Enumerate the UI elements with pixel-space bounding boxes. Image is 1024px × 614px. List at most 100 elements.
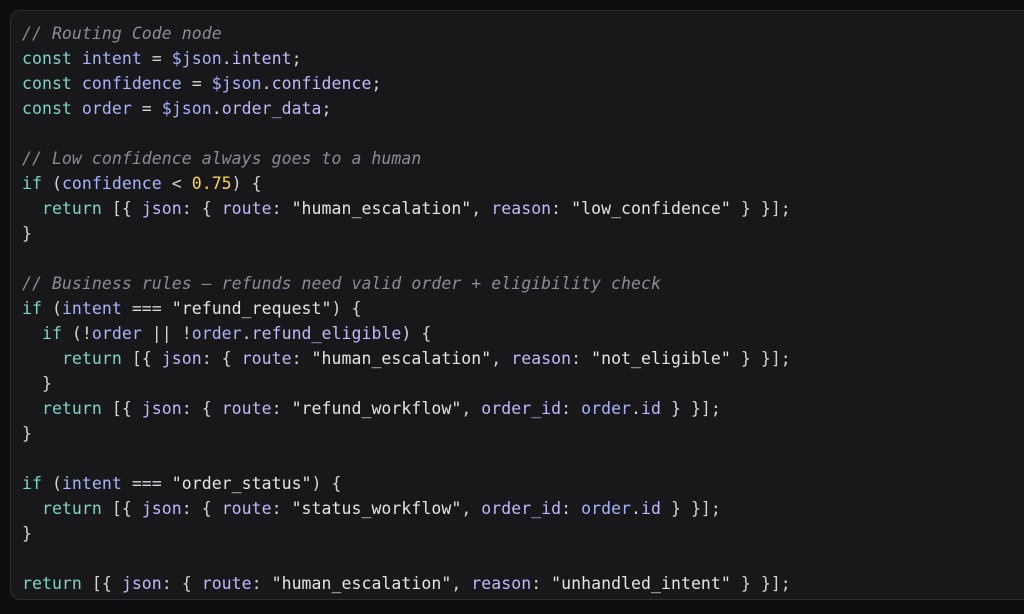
- code-token-punct: ,: [491, 349, 512, 368]
- code-token-keyword: if: [22, 174, 42, 193]
- code-line: // Low confidence always goes to a human: [22, 146, 791, 171]
- code-line: if (intent === "refund_request") {: [22, 296, 791, 321]
- code-token-punct: ,: [471, 199, 492, 218]
- code-token-comment: // Business rules — refunds need valid o…: [22, 274, 661, 293]
- code-token-punct: [22, 499, 42, 518]
- code-token-punct: ) {: [401, 324, 432, 343]
- code-token-punct: : {: [161, 574, 202, 593]
- code-content[interactable]: // Routing Code node const intent = $json…: [22, 21, 791, 596]
- code-token-punct: [{: [101, 499, 142, 518]
- code-token-prop: json: [141, 399, 182, 418]
- code-token-comment: // Routing Code node: [22, 24, 222, 43]
- code-token-punct: [{: [101, 199, 142, 218]
- code-token-string: "status_workflow": [291, 499, 462, 518]
- code-token-punct: (!: [61, 324, 92, 343]
- code-token-punct: ===: [121, 299, 172, 318]
- code-token-punct: .: [631, 399, 642, 418]
- code-token-prop: json: [161, 349, 202, 368]
- code-token-string: "not_eligible": [591, 349, 731, 368]
- code-token-punct: ) {: [311, 474, 342, 493]
- code-token-punct: =: [141, 49, 172, 68]
- code-token-ident: intent: [61, 299, 122, 318]
- code-token-punct: :: [271, 499, 292, 518]
- code-line: }: [22, 521, 791, 546]
- code-token-punct: [22, 399, 42, 418]
- code-token-punct: :: [531, 574, 552, 593]
- code-line: // Business rules — refunds need valid o…: [22, 271, 791, 296]
- code-token-prop: intent: [231, 49, 292, 68]
- code-token-punct: }: [22, 224, 32, 243]
- code-token-punct: [{: [121, 349, 162, 368]
- code-token-string: "low_confidence": [571, 199, 731, 218]
- code-token-punct: } }];: [730, 574, 791, 593]
- code-token-string: "order_status": [171, 474, 312, 493]
- code-token-punct: : {: [181, 399, 222, 418]
- code-token-prop: route: [221, 499, 272, 518]
- code-line: if (confidence < 0.75) {: [22, 171, 791, 196]
- code-token-prop: json: [141, 199, 182, 218]
- code-line: const intent = $json.intent;: [22, 46, 791, 71]
- code-token-punct: :: [561, 399, 582, 418]
- code-line: return [{ json: { route: "status_workflo…: [22, 496, 791, 521]
- code-token-ident: order: [91, 324, 142, 343]
- code-token-prop: reason: [491, 199, 552, 218]
- code-token-prop: reason: [511, 349, 572, 368]
- code-token-prop: order_id: [481, 499, 562, 518]
- code-token-punct: :: [271, 399, 292, 418]
- code-token-punct: .: [261, 74, 272, 93]
- code-token-punct: :: [571, 349, 592, 368]
- code-token-punct: ;: [321, 99, 332, 118]
- code-token-punct: ,: [451, 574, 472, 593]
- code-line: return [{ json: { route: "human_escalati…: [22, 571, 791, 596]
- code-line: }: [22, 371, 791, 396]
- code-token-punct: }: [22, 524, 32, 543]
- code-token-punct: [{: [101, 399, 142, 418]
- code-token-keyword: if: [41, 324, 62, 343]
- code-token-punct: }: [22, 374, 52, 393]
- code-token-ident: confidence: [81, 74, 182, 93]
- code-token-ident: order: [81, 99, 132, 118]
- code-token-punct: (: [41, 299, 62, 318]
- code-token-keyword: const: [22, 74, 72, 93]
- code-line: // Routing Code node: [22, 21, 791, 46]
- code-token-string: "human_escalation": [291, 199, 472, 218]
- code-token-punct: }: [22, 424, 32, 443]
- code-token-punct: ;: [291, 49, 302, 68]
- code-token-punct: =: [131, 99, 162, 118]
- code-token-keyword: if: [22, 474, 42, 493]
- code-token-punct: ;: [371, 74, 382, 93]
- code-token-ident: order: [191, 324, 242, 343]
- code-token-punct: <: [161, 174, 192, 193]
- code-token-punct: : {: [201, 349, 242, 368]
- code-token-ident: $json: [171, 49, 222, 68]
- code-line: }: [22, 221, 791, 246]
- code-token-ident: $json: [161, 99, 212, 118]
- code-token-ident: intent: [61, 474, 122, 493]
- code-token-punct: (: [41, 474, 62, 493]
- code-token-punct: } }];: [730, 349, 791, 368]
- code-token-punct: } }];: [661, 399, 721, 418]
- code-line: if (intent === "order_status") {: [22, 471, 791, 496]
- code-token-punct: .: [631, 499, 642, 518]
- code-token-keyword: const: [22, 49, 72, 68]
- code-token-prop: order_data: [221, 99, 322, 118]
- code-token-punct: :: [561, 499, 582, 518]
- code-token-prop: order_id: [481, 399, 562, 418]
- code-token-punct: (: [41, 174, 62, 193]
- code-token-punct: [22, 349, 62, 368]
- code-line: }: [22, 421, 791, 446]
- code-token-punct: [72, 74, 82, 93]
- code-block: // Routing Code node const intent = $json…: [10, 10, 1024, 600]
- code-line: const order = $json.order_data;: [22, 96, 791, 121]
- code-token-prop: id: [641, 499, 661, 518]
- code-token-punct: =: [181, 74, 212, 93]
- code-token-prop: confidence: [271, 74, 372, 93]
- code-token-keyword: return: [41, 199, 102, 218]
- code-token-keyword: if: [22, 299, 42, 318]
- code-token-string: "refund_request": [171, 299, 332, 318]
- code-token-punct: :: [291, 349, 312, 368]
- code-line: return [{ json: { route: "refund_workflo…: [22, 396, 791, 421]
